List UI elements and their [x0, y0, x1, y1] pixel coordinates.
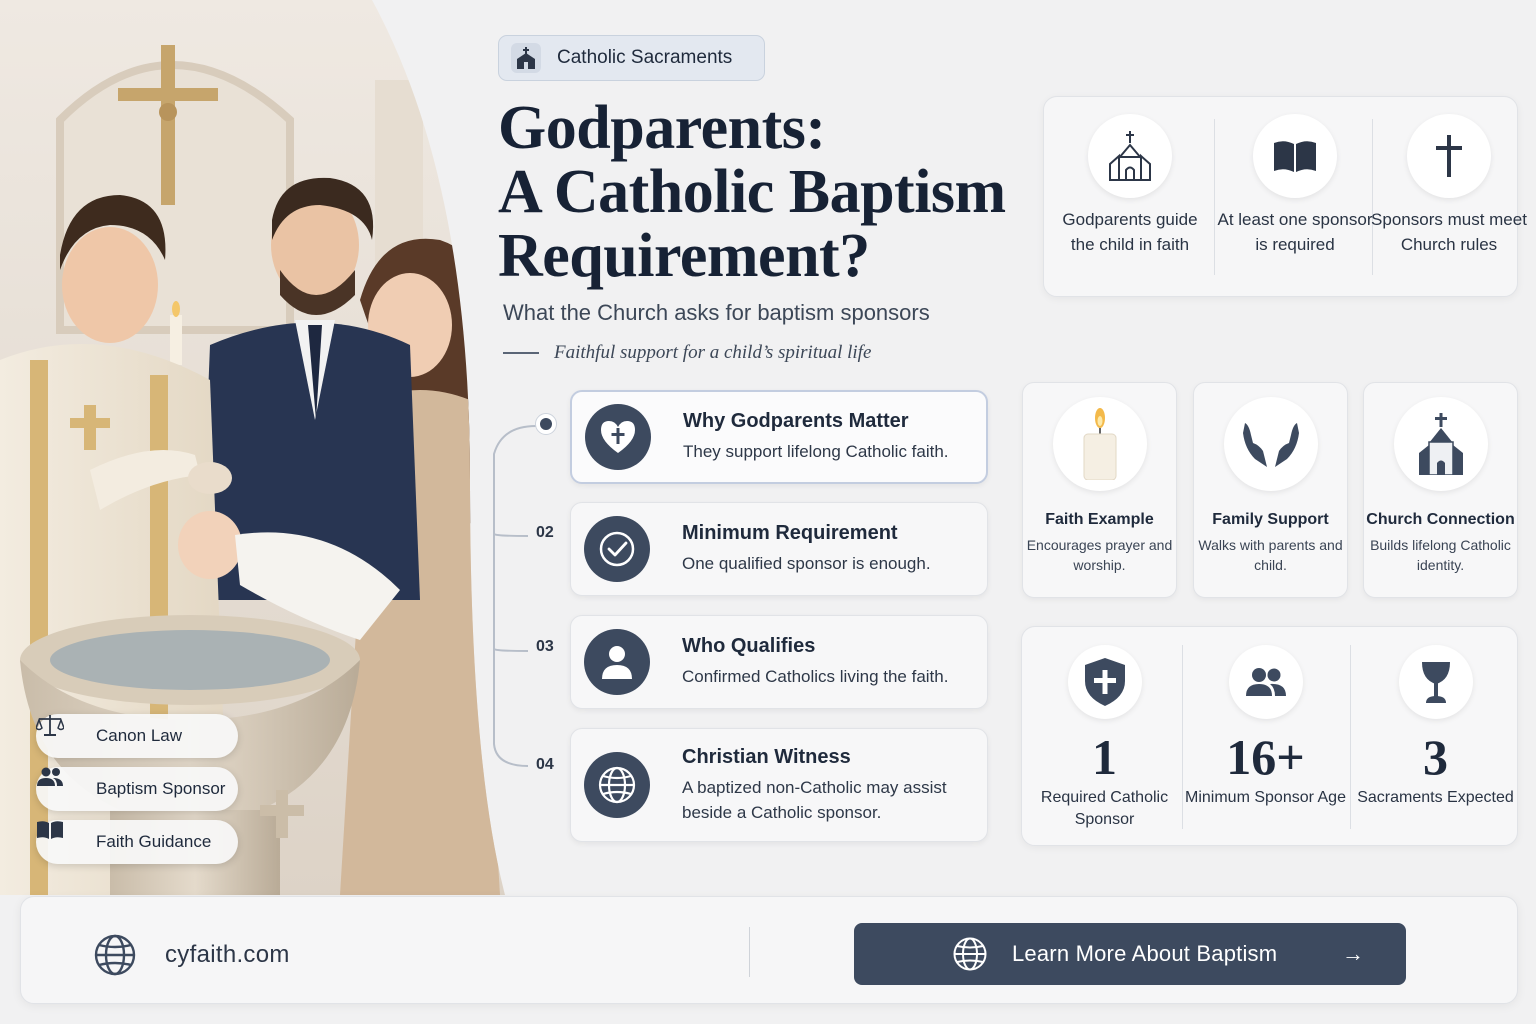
stat-required-sponsor: 1 Required Catholic Sponsor: [1022, 627, 1187, 845]
step-title: Christian Witness: [682, 745, 851, 768]
fact-one-sponsor: At least one sponsor is required: [1216, 97, 1374, 296]
badge-label: Catholic Sacraments: [557, 47, 733, 68]
step-card-minimum-requirement[interactable]: Minimum Requirement One qualified sponso…: [570, 502, 988, 596]
feature-text: Builds lifelong Catholic identity.: [1370, 537, 1511, 573]
page-subtitle: What the Church asks for baptism sponsor…: [503, 300, 930, 325]
step-number: 02: [536, 524, 554, 541]
step-card-christian-witness[interactable]: Christian Witness A baptized non-Catholi…: [570, 728, 988, 842]
feature-family-support[interactable]: Family Support Walks with parents and ch…: [1193, 382, 1348, 598]
fact-text: At least one sponsor is required: [1217, 210, 1373, 254]
book-icon: [37, 821, 82, 853]
globe-icon: [584, 752, 650, 818]
book-icon: [1253, 114, 1337, 198]
divider: [1214, 119, 1215, 275]
step-title: Minimum Requirement: [682, 522, 898, 544]
stat-value: 16+: [1226, 729, 1305, 785]
fact-sponsors-rules: Sponsors must meet Church rules: [1370, 97, 1528, 296]
people-icon: [1228, 645, 1303, 719]
feature-text: Encourages prayer and worship.: [1026, 537, 1173, 573]
step-text: A baptized non-Catholic may assist besid…: [682, 777, 947, 822]
step-number: 03: [536, 638, 554, 655]
step-number: 04: [536, 756, 554, 773]
site-url: cyfaith.com: [165, 941, 290, 968]
cross-icon: [1407, 114, 1491, 198]
fact-text: Sponsors must meet Church rules: [1371, 210, 1527, 254]
fact-godparents-guide: Godparents guide the child in faith: [1051, 97, 1209, 296]
scales-icon: [36, 715, 82, 747]
stat-sacraments: 3 Sacraments Expected: [1353, 627, 1518, 845]
tagline-dash: [503, 352, 539, 354]
globe-icon: [93, 933, 137, 977]
feature-title: Faith Example: [1045, 511, 1154, 528]
baptism-scene-illustration: [0, 0, 505, 895]
learn-more-button[interactable]: Learn More About Baptism →: [854, 923, 1406, 985]
stat-label: Minimum Sponsor Age: [1185, 789, 1346, 806]
step-title: Who Qualifies: [682, 635, 816, 657]
step-text: They support lifelong Catholic faith.: [683, 442, 949, 461]
stats-panel: 1 Required Catholic Sponsor 16+ Minimum …: [1021, 626, 1518, 846]
heart-cross-icon: [585, 404, 651, 470]
feature-title: Family Support: [1212, 511, 1329, 528]
step-text: One qualified sponsor is enough.: [682, 554, 931, 573]
stat-label: Sacraments Expected: [1357, 789, 1514, 806]
person-icon: [584, 629, 650, 695]
feature-faith-example[interactable]: Faith Example Encourages prayer and wors…: [1022, 382, 1177, 598]
step-title: Why Godparents Matter: [683, 410, 909, 432]
key-facts-panel: Godparents guide the child in faith At l…: [1043, 96, 1527, 297]
tag-label: Baptism Sponsor: [96, 779, 226, 798]
church-icon: [1088, 114, 1172, 198]
church-icon: [511, 43, 541, 73]
baptism-photo: Canon Law Baptism Sponsor Faith Guidance: [0, 0, 520, 895]
stat-minimum-age: 16+ Minimum Sponsor Age: [1183, 627, 1348, 845]
divider: [1350, 645, 1351, 829]
tag-canon-law[interactable]: Canon Law: [36, 714, 238, 758]
shield-cross-icon: [1067, 645, 1142, 719]
feature-title: Church Connection: [1366, 511, 1515, 528]
feature-church-connection[interactable]: Church Connection Builds lifelong Cathol…: [1363, 382, 1518, 598]
step-card-why-godparents-matter[interactable]: Why Godparents Matter They support lifel…: [570, 390, 988, 484]
timeline-active-dot: [535, 413, 557, 435]
timeline-connector: [493, 425, 537, 767]
title-line-1: Godparents:: [498, 94, 826, 162]
candle-icon: [1052, 397, 1147, 491]
title-line-2: A Catholic Baptism: [498, 158, 1006, 226]
step-text: Confirmed Catholics living the faith.: [682, 667, 949, 686]
tag-baptism-sponsor[interactable]: Baptism Sponsor: [36, 767, 238, 811]
page-title: Godparents: A Catholic Baptism Requireme…: [498, 96, 1038, 288]
tag-label: Faith Guidance: [96, 832, 212, 851]
stat-label: Required Catholic Sponsor: [1040, 789, 1169, 828]
fact-text: Godparents guide the child in faith: [1062, 210, 1198, 254]
checkmark-icon: [584, 516, 650, 582]
title-line-3: Requirement?: [498, 222, 870, 290]
tagline-text: Faithful support for a child’s spiritual…: [554, 342, 872, 363]
site-link[interactable]: cyfaith.com: [93, 933, 290, 977]
category-badge[interactable]: Catholic Sacraments: [498, 35, 765, 81]
footer-bar: cyfaith.com Learn More About Baptism →: [20, 896, 1518, 1004]
step-card-who-qualifies[interactable]: Who Qualifies Confirmed Catholics living…: [570, 615, 988, 709]
feature-text: Walks with parents and child.: [1198, 537, 1343, 573]
tag-faith-guidance[interactable]: Faith Guidance: [36, 820, 238, 864]
arrow-right-icon: →: [1342, 941, 1364, 966]
chalice-icon: [1398, 645, 1473, 719]
stat-value: 3: [1423, 729, 1448, 785]
tag-label: Canon Law: [96, 726, 183, 745]
church-icon: [1393, 397, 1488, 491]
praying-hands-icon: [1223, 397, 1318, 491]
people-icon: [37, 767, 82, 800]
cta-label: Learn More About Baptism: [1012, 941, 1278, 966]
globe-icon: [952, 936, 988, 972]
stat-value: 1: [1092, 729, 1117, 785]
footer-divider: [749, 927, 750, 977]
tagline: Faithful support for a child’s spiritual…: [503, 342, 871, 364]
